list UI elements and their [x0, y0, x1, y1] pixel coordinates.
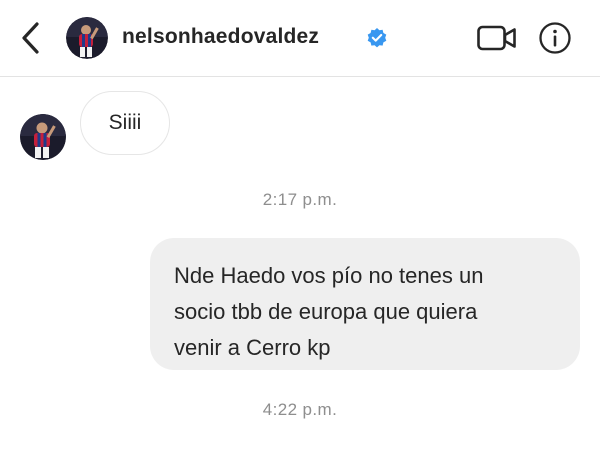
outgoing-message-bubble[interactable]: Nde Haedo vos pío no tenes un socio tbb … [150, 238, 580, 370]
video-call-button[interactable] [476, 22, 518, 54]
message-text-line: socio tbb de europa que quiera [174, 299, 478, 324]
message-text: Siiii [108, 111, 142, 134]
video-call-icon [477, 25, 516, 51]
chevron-left-icon [22, 22, 39, 54]
message-thread[interactable]: Siiii 2:17 p.m. Nde Haedo vos pío no ten… [0, 77, 600, 450]
sender-avatar[interactable] [20, 114, 66, 160]
profile-photo [20, 114, 66, 160]
profile-photo [66, 17, 108, 59]
message-timestamp: 4:22 p.m. [262, 400, 338, 419]
avatar[interactable] [66, 17, 108, 59]
username[interactable]: nelsonhaedovaldez [122, 25, 319, 49]
verified-badge-icon [367, 28, 387, 48]
message-timestamp: 2:17 p.m. [262, 190, 338, 209]
incoming-message-bubble[interactable]: Siiii [80, 91, 170, 155]
back-button[interactable] [14, 18, 48, 58]
message-text-line: Nde Haedo vos pío no tenes un [174, 263, 484, 288]
message-text-line: venir a Cerro kp [174, 335, 331, 360]
info-button[interactable] [538, 21, 572, 55]
chat-header: nelsonhaedovaldez [0, 0, 600, 77]
info-icon [539, 22, 571, 54]
